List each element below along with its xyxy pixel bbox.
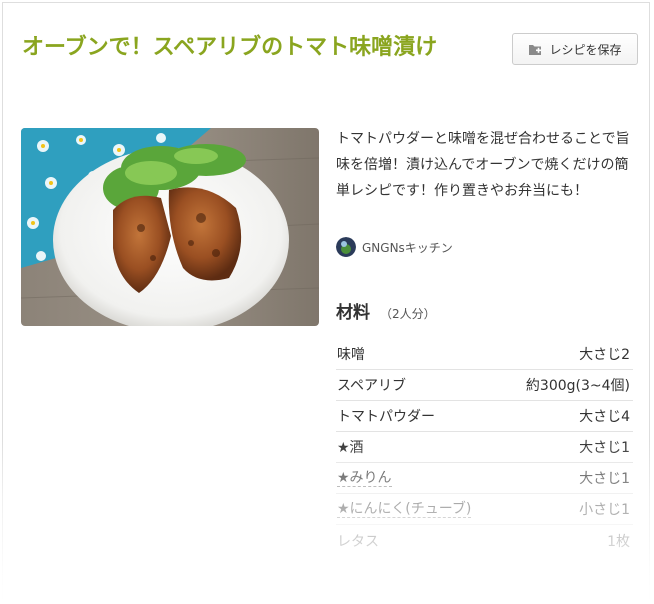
- ingredient-amount: 約300g(3~4個): [525, 378, 630, 394]
- recipe-title: オーブンで！スペアリブのトマト味噌漬け: [22, 35, 438, 60]
- ingredient-amount: 1枚: [607, 533, 630, 550]
- ingredient-name: トマトパウダー: [337, 409, 435, 425]
- ingredient-name: スペアリブ: [337, 378, 407, 394]
- save-recipe-button[interactable]: レシピを保存: [512, 33, 638, 65]
- ingredient-amount: 大さじ4: [579, 409, 630, 425]
- ingredient-link[interactable]: ★みりん: [337, 470, 392, 487]
- ingredient-name: 味噌: [337, 347, 365, 363]
- avatar: [336, 237, 356, 257]
- recipe-photo: [21, 128, 319, 326]
- ingredients-list: 味噌 大さじ2 スペアリブ 約300g(3~4個) トマトパウダー 大さじ4 ★…: [336, 339, 633, 556]
- ingredient-name: ★酒: [337, 440, 364, 456]
- ingredient-row: ★みりん 大さじ1: [336, 463, 633, 494]
- ingredient-link[interactable]: ★にんにく(チューブ): [337, 501, 472, 518]
- ingredients-header: 材料 （2人分）: [336, 298, 436, 323]
- servings-label: （2人分）: [380, 307, 436, 321]
- ingredient-row: ★にんにく(チューブ) 小さじ1: [336, 494, 633, 525]
- author-name: GNGNsキッチン: [362, 240, 453, 255]
- folder-plus-icon: [528, 43, 543, 56]
- ingredient-row: スペアリブ 約300g(3~4個): [336, 370, 633, 401]
- save-button-label: レシピを保存: [549, 42, 622, 57]
- ingredient-amount: 大さじ1: [579, 440, 630, 456]
- ingredient-name: レタス: [337, 533, 379, 550]
- ingredients-title: 材料: [336, 303, 370, 323]
- ingredient-row: レタス 1枚: [336, 525, 633, 556]
- recipe-description: トマトパウダーと味噌を混ぜ合わせることで旨味を倍増！漬け込んでオーブンで焼くだけ…: [336, 131, 630, 199]
- ingredient-amount: 小さじ1: [579, 502, 630, 518]
- author-link[interactable]: GNGNsキッチン: [336, 236, 453, 258]
- ingredient-row: トマトパウダー 大さじ4: [336, 401, 633, 432]
- ingredient-amount: 大さじ1: [579, 471, 630, 487]
- ingredient-row: ★酒 大さじ1: [336, 432, 633, 463]
- ingredient-row: 味噌 大さじ2: [336, 339, 633, 370]
- ingredient-amount: 大さじ2: [579, 347, 630, 363]
